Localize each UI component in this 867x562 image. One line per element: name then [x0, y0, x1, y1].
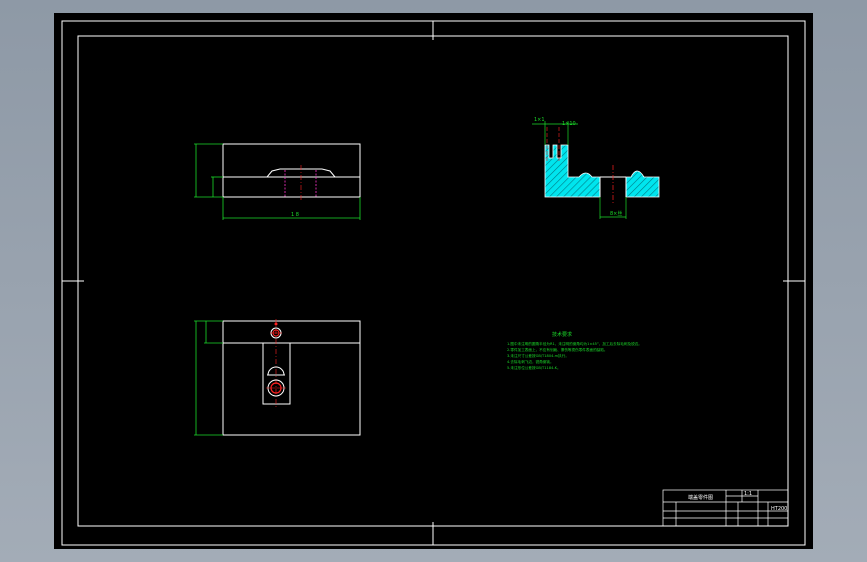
section-dim-left: 1×1: [534, 117, 545, 123]
section-view: 1×1 1×10 8×丝: [532, 117, 660, 219]
centering-marks: [62, 21, 805, 545]
title-part-name: 端盖零件图: [688, 494, 713, 501]
notes-line-4: 4.去除毛刺飞边，锐角倒钝。: [507, 359, 554, 364]
section-hatch-right: [625, 170, 660, 198]
notes-line-2: 2.零件加工表面上，不应有划痕、擦伤等损伤零件表面的缺陷。: [507, 347, 607, 352]
section-dim-right: 1×10: [562, 121, 576, 127]
top-view: [194, 319, 361, 436]
hidden-hole-lines: [284, 170, 317, 197]
top-view-slot: [262, 342, 291, 405]
notes-line-5: 5.未注形位公差按GB/T1184-K。: [507, 365, 561, 370]
notes-line-3: 3.未注尺寸公差按GB/T1804-m执行。: [507, 353, 569, 358]
title-block: [662, 489, 789, 527]
section-dim-bottom: 8×丝: [610, 210, 622, 217]
front-view: 1 8: [194, 143, 361, 220]
front-dimensions: [194, 143, 361, 220]
drawing-sheet: 1 8 1×1 1×10 8×丝 技术要求 1.图中未注明的圆角半径为R1，未注…: [54, 13, 813, 549]
notes-title: 技术要求: [552, 331, 572, 338]
section-hatch: [544, 144, 601, 198]
outer-border: [61, 20, 806, 546]
title-scale: 1:1: [744, 491, 752, 497]
inner-border: [77, 35, 789, 527]
cad-drawing: 1 8 1×1 1×10 8×丝 技术要求 1.图中未注明的圆角半径为R1，未注…: [61, 20, 806, 546]
front-view-body: [222, 143, 361, 198]
title-material: HT200: [771, 506, 787, 512]
notes-line-1: 1.图中未注明的圆角半径为R1，未注明的倒角均为1×45°，加工后去除毛刺及锐边…: [507, 341, 642, 346]
top-dimensions: [194, 320, 223, 436]
front-length-dim: 1 8: [291, 212, 299, 218]
top-view-body: [222, 320, 361, 436]
technical-notes: 技术要求 1.图中未注明的圆角半径为R1，未注明的倒角均为1×45°，加工后去除…: [507, 331, 642, 370]
upper-hole: [270, 322, 282, 339]
